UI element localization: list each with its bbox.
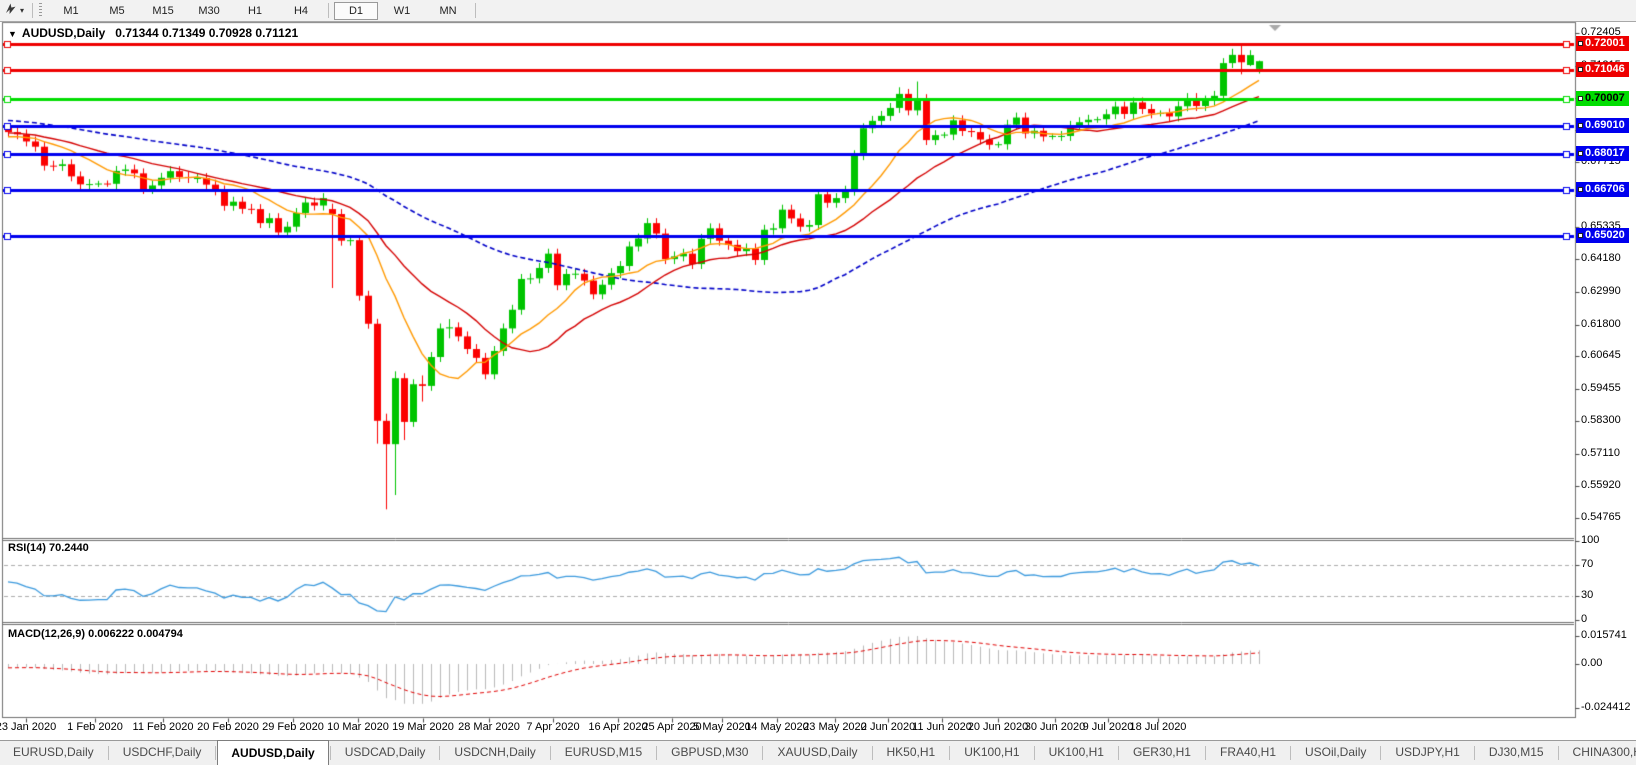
toolbar-separator bbox=[32, 3, 33, 18]
timeframe-button-m30[interactable]: M30 bbox=[187, 2, 231, 20]
timeframe-button-m15[interactable]: M15 bbox=[141, 2, 185, 20]
hline-price-label[interactable]: 0.68017 bbox=[1576, 146, 1629, 161]
rsi-indicator-label: RSI(14) 70.2440 bbox=[8, 542, 89, 554]
hline-handle[interactable] bbox=[1578, 187, 1583, 192]
tab-separator bbox=[439, 746, 440, 760]
tab-separator bbox=[949, 746, 950, 760]
price-tick-label: 0.60645 bbox=[1581, 349, 1635, 361]
chart-title: ▼ AUDUSD,Daily 0.71344 0.71349 0.70928 0.7… bbox=[8, 26, 298, 40]
toolbar-separator bbox=[328, 3, 329, 18]
hline-price-label[interactable]: 0.65020 bbox=[1576, 228, 1629, 243]
hline-price-label[interactable]: 0.69010 bbox=[1576, 118, 1629, 133]
hline-handle[interactable] bbox=[1578, 67, 1583, 72]
tab-separator bbox=[1558, 746, 1559, 760]
hline-handle[interactable] bbox=[1578, 41, 1583, 46]
hline-handle[interactable] bbox=[1578, 96, 1583, 101]
chart-tab-usoil-daily[interactable]: USOil,Daily bbox=[1292, 741, 1379, 765]
symbol-tab-bar: EURUSD,DailyUSDCHF,DailyAUDUSD,DailyUSDC… bbox=[0, 740, 1636, 765]
chart-tab-usdcnh-daily[interactable]: USDCNH,Daily bbox=[441, 741, 548, 765]
tab-separator bbox=[872, 746, 873, 760]
date-tick-label: 18 Jul 2020 bbox=[1118, 721, 1198, 733]
tab-separator bbox=[1290, 746, 1291, 760]
chart-tab-xauusd-daily[interactable]: XAUUSD,Daily bbox=[764, 741, 870, 765]
chart-surface[interactable] bbox=[0, 0, 1636, 764]
tab-separator bbox=[656, 746, 657, 760]
hline-handle[interactable] bbox=[1578, 233, 1583, 238]
hline-handle[interactable] bbox=[1578, 123, 1583, 128]
price-tick-label: 0.64180 bbox=[1581, 252, 1635, 264]
timeframe-button-h1[interactable]: H1 bbox=[233, 2, 277, 20]
timeframe-button-d1[interactable]: D1 bbox=[334, 2, 378, 20]
rsi-tick-label: 100 bbox=[1581, 534, 1635, 546]
toolbar-drag-grip[interactable] bbox=[39, 3, 42, 18]
price-tick-label: 0.55920 bbox=[1581, 479, 1635, 491]
rsi-tick-label: 0 bbox=[1581, 613, 1635, 625]
chart-tab-china300-h4[interactable]: CHINA300,H4 bbox=[1560, 741, 1636, 765]
chart-tab-eurusd-daily[interactable]: EURUSD,Daily bbox=[0, 741, 107, 765]
price-tick-label: 0.61800 bbox=[1581, 318, 1635, 330]
tab-separator bbox=[550, 746, 551, 760]
timeframe-button-w1[interactable]: W1 bbox=[380, 2, 424, 20]
chart-tab-uk100-h1[interactable]: UK100,H1 bbox=[951, 741, 1032, 765]
macd-tick-label: -0.024412 bbox=[1581, 701, 1635, 713]
chart-tab-ger30-h1[interactable]: GER30,H1 bbox=[1120, 741, 1204, 765]
chevron-down-icon[interactable]: ▾ bbox=[20, 6, 24, 15]
price-tick-label: 0.57110 bbox=[1581, 447, 1635, 459]
chart-tab-usdcad-daily[interactable]: USDCAD,Daily bbox=[332, 741, 439, 765]
price-tick-label: 0.58300 bbox=[1581, 414, 1635, 426]
chart-symbol-period: AUDUSD,Daily bbox=[22, 26, 105, 40]
timeframe-button-m1[interactable]: M1 bbox=[49, 2, 93, 20]
chart-tab-uk100-h1[interactable]: UK100,H1 bbox=[1036, 741, 1117, 765]
chart-ohlc-values: 0.71344 0.71349 0.70928 0.71121 bbox=[115, 26, 298, 40]
price-tick-label: 0.62990 bbox=[1581, 285, 1635, 297]
tab-separator bbox=[1205, 746, 1206, 760]
toolbar-separator bbox=[475, 3, 476, 18]
tab-separator bbox=[215, 746, 216, 760]
hline-handle[interactable] bbox=[1578, 151, 1583, 156]
tab-separator bbox=[1474, 746, 1475, 760]
macd-tick-label: 0.00 bbox=[1581, 657, 1635, 669]
chart-tab-usdchf-daily[interactable]: USDCHF,Daily bbox=[110, 741, 215, 765]
price-tick-label: 0.54765 bbox=[1581, 511, 1635, 523]
tab-separator bbox=[762, 746, 763, 760]
macd-indicator-label: MACD(12,26,9) 0.006222 0.004794 bbox=[8, 628, 183, 640]
rsi-tick-label: 30 bbox=[1581, 589, 1635, 601]
timeframe-button-m5[interactable]: M5 bbox=[95, 2, 139, 20]
timeframe-button-mn[interactable]: MN bbox=[426, 2, 470, 20]
hline-price-label[interactable]: 0.66706 bbox=[1576, 182, 1629, 197]
tab-separator bbox=[330, 746, 331, 760]
tab-separator bbox=[1034, 746, 1035, 760]
chart-tab-audusd-daily[interactable]: AUDUSD,Daily bbox=[217, 740, 328, 765]
hline-price-label[interactable]: 0.70007 bbox=[1576, 91, 1629, 106]
chart-tab-usdjpy-h1[interactable]: USDJPY,H1 bbox=[1382, 741, 1472, 765]
macd-tick-label: 0.015741 bbox=[1581, 629, 1635, 641]
price-tick-label: 0.59455 bbox=[1581, 382, 1635, 394]
hline-price-label[interactable]: 0.72001 bbox=[1576, 36, 1629, 51]
tab-separator bbox=[1118, 746, 1119, 760]
tab-separator bbox=[108, 746, 109, 760]
timeframe-button-h4[interactable]: H4 bbox=[279, 2, 323, 20]
hline-price-label[interactable]: 0.71046 bbox=[1576, 62, 1629, 77]
symbol-dropdown-icon[interactable]: ▼ bbox=[8, 29, 17, 39]
cursor-tool-button[interactable]: ▾ bbox=[0, 0, 28, 21]
timeframe-toolbar: ▾ M1M5M15M30H1H4 D1W1MN bbox=[0, 0, 1636, 22]
chart-tab-hk50-h1[interactable]: HK50,H1 bbox=[874, 741, 949, 765]
chart-tab-gbpusd-m30[interactable]: GBPUSD,M30 bbox=[658, 741, 761, 765]
cursor-tool-icon bbox=[4, 2, 17, 20]
tab-separator bbox=[1380, 746, 1381, 760]
rsi-tick-label: 70 bbox=[1581, 558, 1635, 570]
chart-tab-dj30-m15[interactable]: DJ30,M15 bbox=[1476, 741, 1557, 765]
chart-tab-eurusd-m15[interactable]: EURUSD,M15 bbox=[552, 741, 655, 765]
chart-tab-fra40-h1[interactable]: FRA40,H1 bbox=[1207, 741, 1289, 765]
